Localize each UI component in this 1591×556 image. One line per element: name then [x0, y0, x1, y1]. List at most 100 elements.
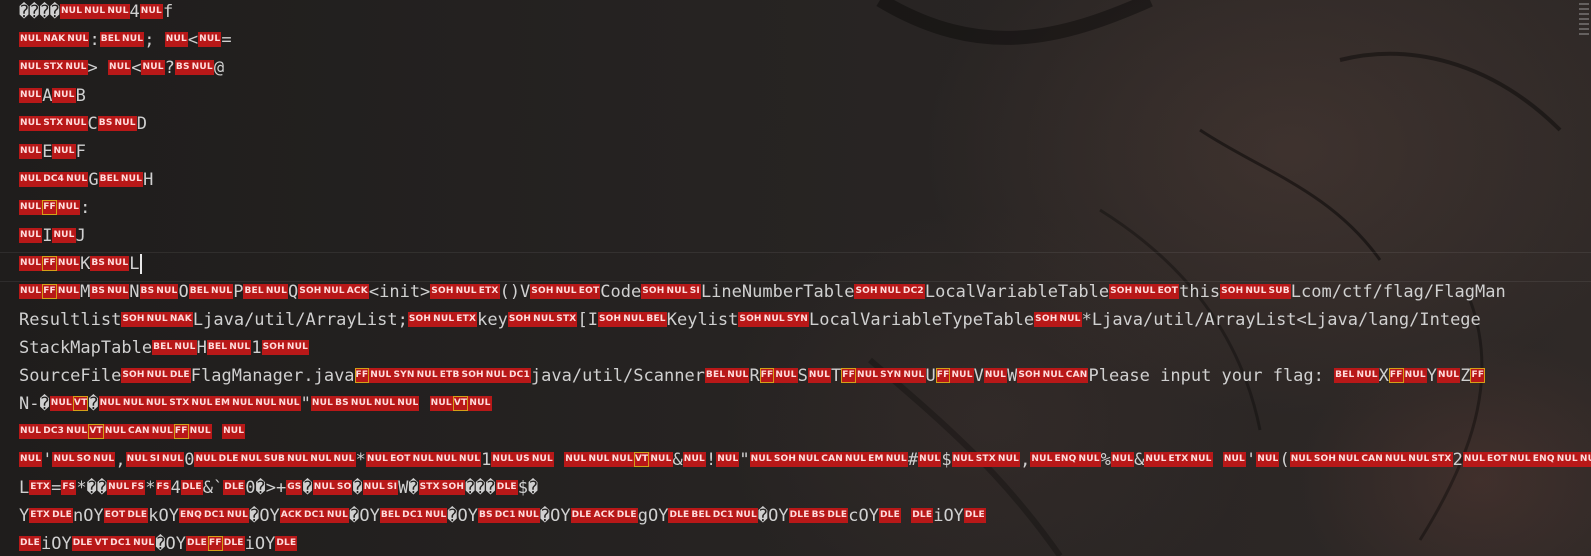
control-char-badge: NUL — [774, 367, 798, 383]
control-char-badge: NUL — [1407, 451, 1431, 467]
control-char-badge: ACK — [345, 283, 369, 299]
text-segment: Ljava/util/ArrayList; — [192, 310, 408, 330]
text-segment: H — [196, 338, 207, 358]
text-segment: StackMapTable — [19, 338, 153, 358]
editor-line[interactable]: NUL'NUL SO NUL,NUL SI NUL0NUL DLE NUL SUB NUL NUL… — [19, 446, 1591, 474]
text-segment: Keylist — [666, 310, 739, 330]
text-segment: ? — [164, 58, 175, 78]
text-segment: f — [162, 2, 174, 22]
control-char-badge: NUL — [762, 311, 786, 327]
editor-line[interactable]: N-�NUL VT�NUL NUL NUL STX NUL EM NUL NUL NUL"NUL B… — [19, 390, 492, 418]
control-char-badge: NUL — [649, 451, 673, 467]
text-segment: � — [302, 478, 313, 498]
control-char-badge: NUL — [239, 451, 263, 467]
editor-line[interactable]: NUL STX NULCBS NULD — [19, 110, 147, 138]
text-segment: = — [51, 478, 62, 498]
text-segment: : — [80, 198, 91, 218]
editor-line[interactable]: NUL FF NUL: — [19, 194, 90, 222]
text-segment: N — [129, 282, 140, 302]
control-char-badge: NUL — [225, 507, 250, 523]
editor-line[interactable]: SourceFileSOH NUL DLEFlagManager.javaFF NUL… — [19, 362, 1486, 390]
editor-line[interactable]: StackMapTableBEL NULHBEL NUL1SOH NUL — [19, 334, 310, 362]
control-char-badge: SOH — [641, 283, 666, 299]
editor-line[interactable]: NUL DC3 NUL VT NUL CAN NUL FF NUL NUL — [19, 418, 246, 446]
control-char-badge: FF — [1388, 367, 1404, 383]
control-char-badge: NUL — [665, 283, 689, 299]
text-segment: % — [1100, 450, 1111, 470]
text-segment: * — [145, 478, 156, 498]
control-char-badge: NUL — [264, 283, 289, 299]
control-char-badge: NUL — [322, 283, 346, 299]
text-segment: �OY — [249, 506, 280, 526]
control-char-badge: DLE — [879, 507, 901, 523]
control-char-badge: ENQ — [1531, 451, 1556, 467]
control-char-badge: NUL — [1384, 451, 1408, 467]
control-char-badge: NUL — [1337, 451, 1361, 467]
editor-line[interactable]: YETX DLEnOYEOT DLEkOYENQ DC1 NUL�OYACK DC1 NUL… — [19, 502, 986, 530]
text-segment: G — [88, 170, 99, 190]
control-char-badge: NUL — [119, 171, 144, 187]
text-segment: this — [1179, 282, 1221, 302]
editor-line[interactable]: ResultlistSOH NUL NAKLjava/util/ArrayList;… — [19, 306, 1481, 334]
text-segment: iOY — [244, 534, 276, 554]
control-char-badge: NUL — [92, 451, 116, 467]
control-char-badge: DC2 — [901, 283, 925, 299]
text-segment: R — [749, 366, 760, 386]
control-char-badge: NUL — [210, 283, 234, 299]
control-char-badge: SI — [688, 283, 701, 299]
control-char-badge: DLE — [570, 507, 593, 523]
editor-line[interactable]: ����NUL NUL NUL4NULf — [19, 0, 173, 26]
text-editor[interactable]: ����NUL NUL NUL4NULf NUL NAK NUL:BEL NUL; NUL<… — [0, 0, 1591, 556]
text-segment: Z — [1460, 366, 1471, 386]
control-char-badge: NUL — [66, 31, 90, 47]
text-segment: N-� — [19, 394, 50, 414]
control-char-badge: NUL — [121, 31, 145, 47]
control-char-badge: NUL — [65, 171, 89, 187]
control-char-badge: NUL — [194, 451, 218, 467]
editor-line[interactable]: NULANULB — [19, 82, 86, 110]
control-char-badge: BEL — [206, 339, 229, 355]
editor-line[interactable]: NULENULF — [19, 138, 86, 166]
editor-line[interactable]: DLEiOYDLE VT DC1 NUL�OYDLE FF DLEiOYDLE — [19, 530, 298, 556]
control-char-badge: NUL — [484, 367, 508, 383]
text-segment: $� — [517, 478, 539, 498]
text-segment: , — [115, 450, 126, 470]
text-segment: L — [19, 478, 30, 498]
text-segment: kOY — [148, 506, 179, 526]
editor-line[interactable]: NUL STX NUL> NUL<NUL?BS NUL@ — [19, 54, 224, 82]
control-char-badge: NAK — [42, 31, 67, 47]
text-segment — [554, 450, 564, 470]
editor-line[interactable]: NUL FF NULKBS NULL — [19, 250, 142, 278]
control-char-badge: VT — [633, 451, 650, 467]
editor-line[interactable]: NULINULJ — [19, 222, 86, 250]
text-segment: Resultlist — [19, 310, 122, 330]
minimap[interactable] — [1577, 0, 1591, 60]
editor-line[interactable]: NUL FF NULMBS NULNBS NULOBEL NULPBEL NULQSOH NU… — [19, 278, 1506, 306]
control-char-badge: STX — [168, 395, 191, 411]
editor-line[interactable]: NUL NAK NUL:BEL NUL; NUL<NUL= — [19, 26, 232, 54]
control-char-badge: CAN — [127, 423, 151, 439]
control-char-badge: SOH — [1109, 283, 1134, 299]
control-char-badge: NUL — [918, 451, 942, 467]
control-char-badge: BS — [810, 507, 827, 523]
control-char-badge: NUL — [19, 255, 43, 271]
control-char-badge: NUL — [106, 255, 130, 271]
text-segment: <init> — [368, 282, 431, 302]
control-char-badge: FS — [61, 479, 77, 495]
control-char-badge: DLE — [222, 535, 245, 551]
text-segment: < — [187, 30, 199, 50]
control-char-badge: STX — [974, 451, 997, 467]
editor-line[interactable]: LETX=FS*��NUL FS*FS4DLE&`DLE0�>+GS�NUL SO�… — [19, 474, 538, 502]
control-char-badge: SOH — [121, 367, 146, 383]
control-char-badge: CAN — [1360, 451, 1385, 467]
text-segment: �OY — [349, 506, 380, 526]
text-segment: key — [477, 310, 508, 330]
text-segment: ��� — [465, 478, 496, 498]
text-segment: Please input your flag: — [1088, 366, 1335, 386]
control-char-badge: FF — [42, 199, 57, 215]
control-char-badge: NUL — [19, 227, 43, 243]
text-segment: �OY — [155, 534, 187, 554]
editor-line[interactable]: NUL DC4 NULGBEL NULH — [19, 166, 153, 194]
control-char-badge: NUL — [19, 423, 43, 439]
control-char-badge: FF — [1470, 367, 1486, 383]
